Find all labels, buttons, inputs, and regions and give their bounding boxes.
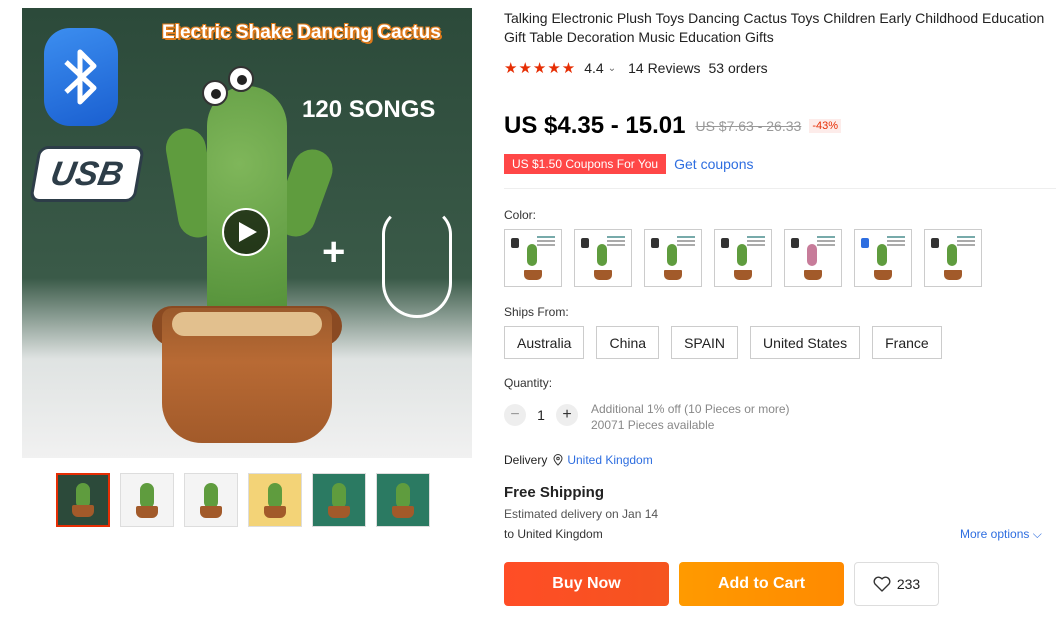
- color-swatch[interactable]: [714, 229, 772, 287]
- color-swatch[interactable]: [854, 229, 912, 287]
- ships-from-australia[interactable]: Australia: [504, 326, 585, 359]
- reviews-link[interactable]: 14 Reviews: [628, 60, 700, 76]
- chevron-down-icon[interactable]: ⌄: [608, 63, 616, 74]
- usb-cable: [382, 208, 452, 318]
- delivery-row: Delivery United Kingdom: [504, 453, 653, 467]
- thumbnail-4[interactable]: [248, 473, 302, 527]
- bluetooth-icon: [44, 28, 118, 126]
- thumbnail-3[interactable]: [184, 473, 238, 527]
- quantity-input[interactable]: [526, 407, 556, 423]
- delivery-label: Delivery: [504, 453, 548, 467]
- location-pin-icon: [553, 454, 563, 466]
- play-video-button[interactable]: [222, 208, 270, 256]
- product-title: Talking Electronic Plush Toys Dancing Ca…: [504, 10, 1045, 45]
- free-shipping: Free Shipping: [504, 484, 605, 501]
- action-buttons: Buy Now Add to Cart 233: [504, 562, 939, 606]
- thumbnail-2[interactable]: [120, 473, 174, 527]
- color-swatch[interactable]: [574, 229, 632, 287]
- songs-label: 120 SONGS: [302, 96, 436, 123]
- stock-available: 20071 Pieces available: [591, 418, 715, 432]
- ships-from-france[interactable]: France: [872, 326, 942, 359]
- orders-count: 53 orders: [708, 60, 768, 76]
- thumbnail-strip: [56, 473, 430, 527]
- delivery-destination: to United Kingdom: [504, 527, 603, 541]
- original-price: US $7.63 - 26.33: [695, 118, 802, 134]
- color-swatches: [504, 229, 982, 287]
- quantity-increase-button[interactable]: +: [556, 404, 578, 426]
- color-swatch[interactable]: [784, 229, 842, 287]
- coupon-badge: US $1.50 Coupons For You: [504, 154, 667, 174]
- ships-from-label: Ships From:: [504, 305, 569, 319]
- more-options-link[interactable]: More options ⌵: [960, 527, 1042, 542]
- quantity-stepper: − +: [504, 404, 578, 426]
- cactus-eye-right: [228, 66, 254, 92]
- thumbnail-1[interactable]: [56, 473, 110, 527]
- coupon-row: US $1.50 Coupons For You Get coupons: [504, 154, 754, 174]
- divider: [504, 188, 1056, 189]
- ships-from-united-states[interactable]: United States: [750, 326, 861, 359]
- main-product-image[interactable]: USB Electric Shake Dancing Cactus 120 SO…: [22, 8, 472, 458]
- color-swatch[interactable]: [924, 229, 982, 287]
- image-banner: Electric Shake Dancing Cactus: [162, 22, 441, 43]
- quantity-label: Quantity:: [504, 376, 553, 390]
- thumbnail-6[interactable]: [376, 473, 430, 527]
- ships-from-options: Australia China SPAIN United States Fran…: [504, 326, 942, 359]
- play-icon: [239, 222, 257, 242]
- delivery-country-link[interactable]: United Kingdom: [567, 453, 652, 467]
- get-coupons-link[interactable]: Get coupons: [674, 156, 753, 172]
- estimated-delivery: Estimated delivery on Jan 14: [504, 507, 659, 521]
- rating-value[interactable]: 4.4: [584, 60, 603, 76]
- rating-row: ★★★★★ 4.4 ⌄ 14 Reviews 53 orders: [504, 59, 768, 77]
- bulk-discount-note: Additional 1% off (10 Pieces or more): [591, 402, 790, 416]
- color-label: Color:: [504, 208, 537, 222]
- wishlist-count: 233: [896, 576, 921, 592]
- current-price: US $4.35 - 15.01: [504, 112, 686, 139]
- cactus-eye-left: [202, 80, 228, 106]
- buy-now-button[interactable]: Buy Now: [504, 562, 669, 606]
- color-swatch[interactable]: [504, 229, 562, 287]
- thumbnail-5[interactable]: [312, 473, 366, 527]
- usb-badge: USB: [29, 146, 145, 202]
- add-to-cart-button[interactable]: Add to Cart: [679, 562, 844, 606]
- plus-sign: +: [322, 230, 346, 274]
- discount-badge: -43%: [809, 119, 841, 133]
- color-swatch[interactable]: [644, 229, 702, 287]
- ships-from-spain[interactable]: SPAIN: [671, 326, 739, 359]
- wishlist-button[interactable]: 233: [854, 562, 939, 606]
- price-row: US $4.35 - 15.01 US $7.63 - 26.33 -43%: [504, 112, 841, 140]
- ships-from-china[interactable]: China: [596, 326, 660, 359]
- pot-sand: [172, 312, 322, 336]
- quantity-decrease-button[interactable]: −: [504, 404, 526, 426]
- quantity-note: Additional 1% off (10 Pieces or more) 20…: [591, 401, 790, 433]
- star-rating-icon: ★★★★★: [504, 60, 577, 77]
- heart-icon: [873, 576, 891, 592]
